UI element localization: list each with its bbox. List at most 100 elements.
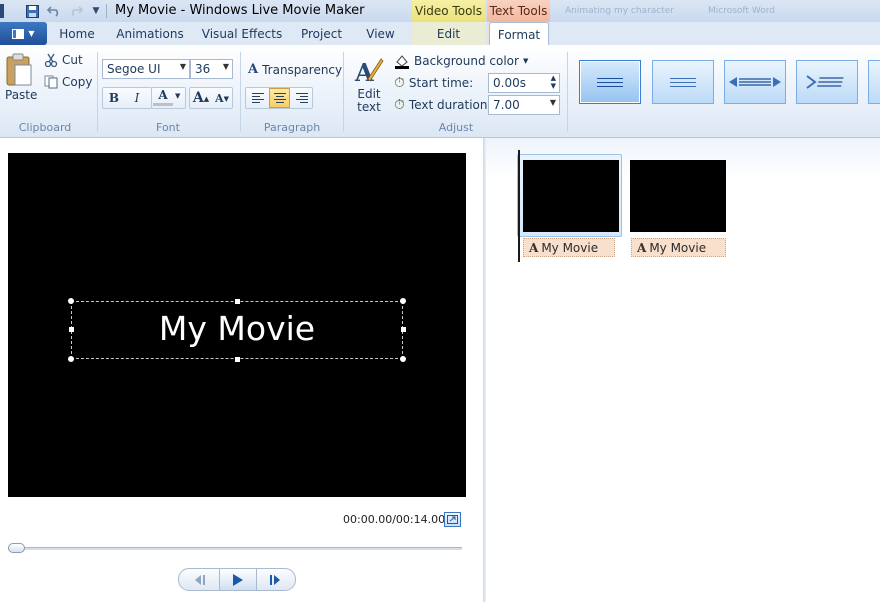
grow-font-button[interactable]: A ▲ bbox=[191, 88, 211, 108]
shrink-font-icon: ▼ bbox=[223, 93, 229, 103]
resize-handle[interactable] bbox=[68, 298, 74, 304]
qat-customize-icon[interactable]: ▼ bbox=[88, 3, 104, 19]
align-left-button[interactable] bbox=[247, 88, 268, 108]
edit-text-icon[interactable]: A bbox=[354, 55, 384, 87]
background-color-label: Background color bbox=[414, 54, 519, 68]
effect-lines-icon bbox=[597, 77, 623, 87]
paste-icon[interactable] bbox=[5, 53, 33, 87]
redo-icon[interactable] bbox=[68, 3, 84, 19]
background-window-tab[interactable]: Microsoft Word bbox=[708, 6, 775, 16]
stopwatch-icon: ⏱ bbox=[394, 97, 405, 113]
paste-button[interactable]: Paste bbox=[5, 88, 37, 102]
font-size-combo[interactable]: 36 ▼ bbox=[190, 59, 233, 79]
cut-label: Cut bbox=[62, 53, 83, 67]
svg-text:A: A bbox=[354, 58, 374, 85]
chevron-down-icon: ▼ bbox=[549, 98, 556, 107]
group-label-adjust: Adjust bbox=[438, 121, 474, 134]
align-left-icon bbox=[251, 93, 264, 103]
text-duration-label: Text duration: bbox=[408, 98, 492, 112]
next-frame-icon bbox=[270, 574, 280, 585]
seek-thumb[interactable] bbox=[8, 543, 25, 553]
italic-button[interactable]: I bbox=[127, 88, 147, 108]
tab-visual-effects[interactable]: Visual Effects bbox=[199, 22, 285, 46]
seek-bar[interactable] bbox=[8, 547, 462, 550]
transparency-icon: A bbox=[248, 62, 259, 77]
tab-project[interactable]: Project bbox=[294, 22, 349, 46]
preview-title-text[interactable]: My Movie bbox=[71, 309, 403, 348]
shrink-font-button[interactable]: A ▼ bbox=[212, 88, 232, 108]
cut-button[interactable]: Cut bbox=[44, 53, 83, 67]
stretch-arrows-icon bbox=[729, 77, 781, 87]
start-time-spinner[interactable]: 0.00s ▲ ▼ bbox=[488, 73, 560, 93]
background-window-tab[interactable]: Animating my character bbox=[565, 6, 674, 16]
font-family-combo[interactable]: Segoe UI ▼ bbox=[102, 59, 190, 79]
text-duration-value: 7.00 bbox=[493, 98, 520, 112]
tab-edit[interactable]: Edit bbox=[412, 22, 485, 46]
storyboard-clip-thumbnail[interactable] bbox=[630, 160, 726, 232]
clip-caption-bar[interactable]: A My Movie bbox=[523, 238, 615, 257]
align-center-button[interactable] bbox=[269, 88, 290, 108]
text-caption-icon: A bbox=[637, 240, 647, 255]
background-color-button[interactable]: Background color ▼ bbox=[394, 53, 528, 69]
tab-view[interactable]: View bbox=[358, 22, 403, 46]
copy-icon bbox=[44, 75, 58, 89]
spin-arrows-icon[interactable]: ▲ ▼ bbox=[551, 74, 556, 90]
edit-text-button[interactable]: Edit text bbox=[352, 88, 386, 114]
chevron-down-icon: ▼ bbox=[522, 57, 529, 65]
chevron-down-icon[interactable]: ▼ bbox=[175, 92, 180, 100]
chevron-down-icon: ▼ bbox=[179, 62, 186, 71]
paint-bucket-icon bbox=[395, 55, 409, 69]
effect-tile-partial[interactable] bbox=[868, 60, 880, 104]
copy-button[interactable]: Copy bbox=[44, 75, 92, 89]
window-title: My Movie - Windows Live Movie Maker bbox=[115, 3, 365, 18]
resize-handle[interactable] bbox=[68, 356, 74, 362]
font-color-button[interactable]: A bbox=[153, 87, 173, 106]
tab-format[interactable]: Format bbox=[489, 22, 549, 46]
effect-tile-none[interactable] bbox=[579, 60, 641, 104]
resize-handle[interactable] bbox=[235, 357, 240, 362]
timecode-display: 00:00.00/00:14.00 bbox=[343, 513, 446, 526]
shrink-font-label: A bbox=[215, 91, 224, 105]
tab-home[interactable]: Home bbox=[53, 22, 101, 46]
edit-text-label-2: text bbox=[357, 100, 381, 114]
resize-handle[interactable] bbox=[400, 298, 406, 304]
clip-caption-bar[interactable]: A My Movie bbox=[631, 238, 726, 257]
clip-caption-label: My Movie bbox=[649, 240, 707, 255]
title-bar: ▼ My Movie - Windows Live Movie Maker Vi… bbox=[0, 0, 880, 22]
undo-icon[interactable] bbox=[46, 3, 62, 19]
effect-tile-stretch[interactable] bbox=[724, 60, 786, 104]
grow-font-icon: ▲ bbox=[203, 93, 210, 103]
window-edge bbox=[0, 4, 4, 18]
save-icon[interactable] bbox=[24, 3, 40, 19]
font-size-value: 36 bbox=[195, 62, 211, 76]
group-label-clipboard: Clipboard bbox=[18, 121, 72, 134]
bold-button[interactable]: B bbox=[104, 88, 124, 108]
effect-tile-fly-in[interactable] bbox=[796, 60, 858, 104]
group-separator bbox=[343, 52, 344, 132]
playback-controls bbox=[178, 568, 296, 591]
tab-animations[interactable]: Animations bbox=[111, 22, 189, 46]
fullscreen-button[interactable] bbox=[444, 512, 461, 527]
next-frame-button[interactable] bbox=[257, 569, 295, 590]
transparency-button[interactable]: A Transparency bbox=[248, 62, 342, 77]
start-time-value: 0.00s bbox=[493, 76, 526, 90]
scissors-icon bbox=[44, 53, 58, 67]
effect-tile-fade[interactable] bbox=[652, 60, 714, 104]
clip-caption-label: My Movie bbox=[541, 240, 599, 255]
application-menu-button[interactable]: ▼ bbox=[0, 22, 47, 45]
align-right-button[interactable] bbox=[291, 88, 312, 108]
text-duration-combo[interactable]: 7.00 ▼ bbox=[488, 95, 560, 115]
context-group-video-tools: Video Tools bbox=[412, 0, 485, 22]
qat-separator bbox=[106, 4, 107, 18]
resize-handle[interactable] bbox=[400, 356, 406, 362]
previous-frame-button[interactable] bbox=[179, 569, 219, 590]
text-caption-icon: A bbox=[529, 240, 539, 255]
effect-lines-icon bbox=[670, 77, 696, 87]
group-label-paragraph: Paragraph bbox=[263, 121, 321, 134]
transparency-label: Transparency bbox=[262, 62, 343, 77]
resize-handle[interactable] bbox=[235, 299, 240, 304]
group-separator bbox=[567, 52, 568, 132]
storyboard-clip-thumbnail[interactable] bbox=[523, 160, 619, 232]
play-button[interactable] bbox=[219, 569, 257, 590]
storyboard-playhead[interactable] bbox=[518, 150, 520, 262]
